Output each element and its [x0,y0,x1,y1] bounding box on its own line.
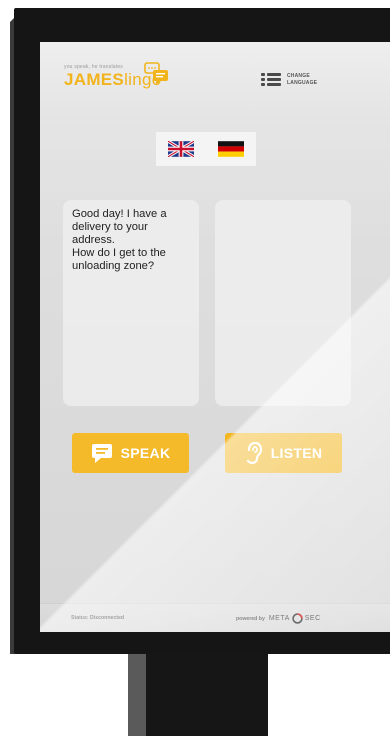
speech-bubble-icon [91,444,112,463]
listen-button[interactable]: LISTEN [225,433,342,473]
translation-text-panel [215,200,351,406]
uk-flag-icon[interactable] [168,141,194,157]
metasec-brand-left: META [268,615,290,622]
kiosk-pole [146,652,268,736]
listen-label: LISTEN [270,445,323,461]
powered-by: powered by META SEC [236,613,321,624]
language-flags [156,132,256,166]
change-language-line1: CHANGE [287,73,310,79]
speak-label: SPEAK [120,445,171,461]
change-language-label: CHANGE LANGUAGE [287,73,317,87]
germany-flag-icon[interactable] [218,141,244,157]
brand-bold: JAMES [64,70,125,89]
ear-icon [246,442,262,464]
metasec-brand-right: SEC [304,615,321,622]
chat-bubbles-icon [144,62,168,85]
source-text: Good day! I have a delivery to your addr… [72,208,167,272]
change-language-line2: LANGUAGE [287,80,318,86]
speak-button[interactable]: SPEAK [72,433,189,473]
metasec-logo-icon [292,613,303,624]
top-bar: you speak, he translates JAMESlingo CHAN… [40,42,390,120]
menu-list-icon [261,73,281,87]
source-text-panel: Good day! I have a delivery to your addr… [63,200,199,406]
change-language-button[interactable]: CHANGE LANGUAGE [261,73,317,87]
jameslingo-logo: you speak, he translates JAMESlingo [64,62,168,89]
kiosk-screen: you speak, he translates JAMESlingo CHAN… [40,42,390,632]
connection-status: Status: Disconnected [71,615,125,621]
powered-by-label: powered by [236,615,265,622]
footer-bar: Status: Disconnected powered by META SEC [40,603,390,632]
kiosk-pole-shadow [128,652,148,736]
